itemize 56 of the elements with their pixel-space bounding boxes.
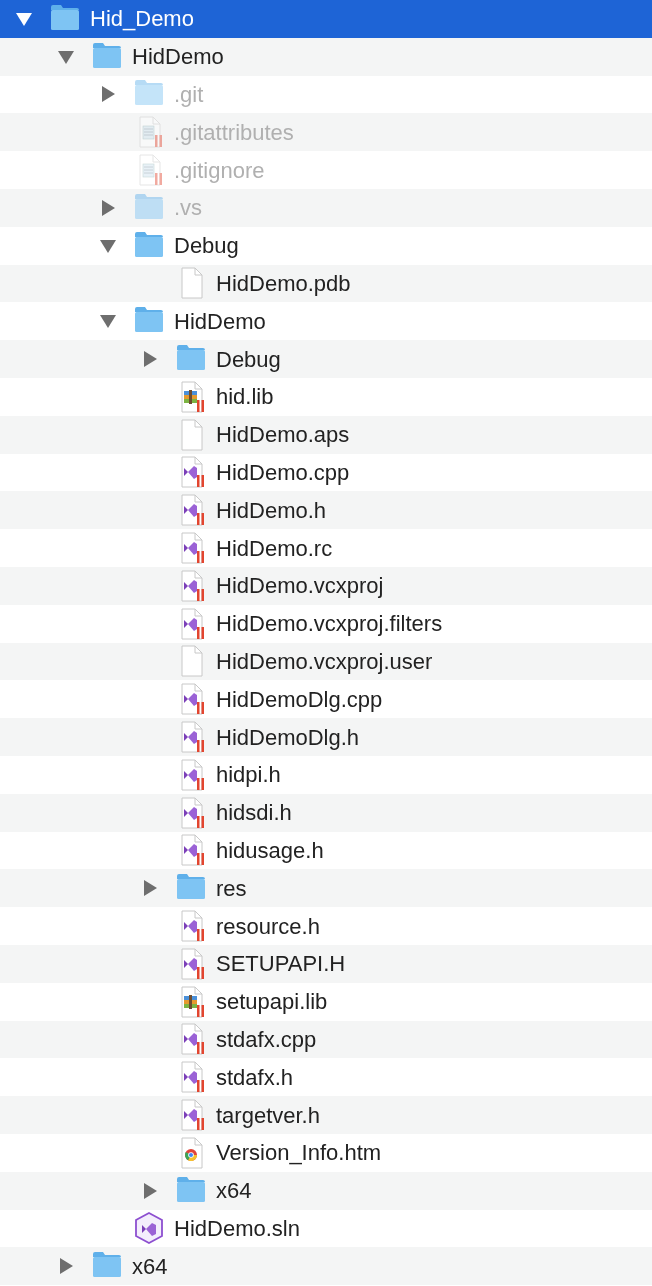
file-name: .git	[174, 81, 204, 109]
file-name: Debug	[216, 345, 281, 374]
file-row[interactable]: Hid_Demo	[0, 0, 652, 38]
file-row[interactable]: HidDemo.vcxproj.user	[0, 642, 652, 681]
file-name: .gitignore	[174, 156, 265, 185]
file-name: stdafx.cpp	[216, 1025, 317, 1054]
file-name: HidDemo.rc	[216, 534, 333, 563]
file-row[interactable]: res	[0, 869, 652, 908]
triangle-right-icon[interactable]	[141, 879, 159, 898]
file-name: .gitattributes	[174, 118, 294, 147]
triangle-right-icon[interactable]	[57, 1257, 75, 1276]
file-name: HidDemo.sln	[174, 1214, 300, 1243]
file-name: HidDemo.cpp	[216, 458, 350, 487]
triangle-right-icon[interactable]	[141, 350, 159, 369]
file-name: HidDemoDlg.h	[216, 723, 360, 752]
file-name: HidDemo.vcxproj	[216, 572, 384, 601]
file-name: x64	[216, 1177, 252, 1206]
file-name: HidDemo.pdb	[216, 269, 351, 298]
file-name: HidDemo.vcxproj.user	[216, 647, 433, 676]
file-name: hidsdi.h	[216, 799, 292, 828]
file-row[interactable]: x64	[0, 1247, 652, 1286]
file-name: targetver.h	[216, 1101, 320, 1130]
file-name: HidDemo.aps	[216, 421, 350, 450]
file-name: .vs	[174, 194, 203, 223]
file-row[interactable]: HidDemo.aps	[0, 415, 652, 454]
file-name: HidDemoDlg.cpp	[216, 685, 383, 714]
file-name: HidDemo.h	[216, 496, 327, 525]
file-row[interactable]: HidDemoDlg.h	[0, 718, 652, 756]
file-row[interactable]: HidDemo	[0, 37, 652, 76]
file-row[interactable]: HidDemo.pdb	[0, 264, 652, 303]
file-row[interactable]: x64	[0, 1171, 652, 1210]
file-name: hid.lib	[216, 383, 274, 412]
file-row[interactable]: hidsdi.h	[0, 793, 652, 832]
file-name: stdafx.h	[216, 1063, 294, 1092]
file-row[interactable]: HidDemo.h	[0, 491, 652, 530]
file-name: Hid_Demo	[90, 5, 194, 34]
file-name: HidDemo	[132, 43, 224, 72]
file-name: HidDemo	[174, 307, 266, 336]
file-row[interactable]: HidDemo.vcxproj	[0, 566, 652, 605]
triangle-right-icon[interactable]	[141, 1181, 159, 1200]
file-name: hidpi.h	[216, 761, 281, 790]
file-row[interactable]: stdafx.cpp	[0, 1020, 652, 1059]
file-name: Version_Info.htm	[216, 1139, 382, 1168]
file-name: x64	[132, 1252, 168, 1281]
file-row[interactable]: Debug	[0, 340, 652, 378]
file-name: SETUPAPI.H	[216, 950, 346, 979]
file-name: resource.h	[216, 912, 320, 941]
file-row[interactable]: SETUPAPI.H	[0, 944, 652, 983]
file-name: Debug	[174, 232, 239, 261]
file-name: hidusage.h	[216, 836, 324, 865]
file-name: HidDemo.vcxproj.filters	[216, 610, 443, 639]
file-name: setupapi.lib	[216, 988, 328, 1017]
file-name: res	[216, 874, 247, 903]
triangle-right-icon[interactable]	[99, 198, 117, 217]
triangle-right-icon[interactable]	[99, 85, 117, 104]
file-row[interactable]: targetver.h	[0, 1096, 652, 1134]
